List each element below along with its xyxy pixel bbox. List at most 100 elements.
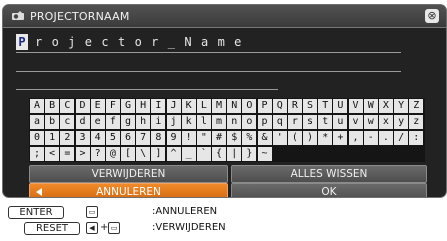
key[interactable]: a <box>30 115 44 129</box>
key[interactable]: % <box>242 131 257 145</box>
key[interactable]: ! <box>181 131 196 145</box>
close-icon[interactable]: ⊗ <box>425 9 439 23</box>
key[interactable]: \ <box>136 147 151 161</box>
key[interactable]: z <box>409 115 424 129</box>
key[interactable]: X <box>378 99 393 113</box>
key[interactable]: G <box>121 99 136 113</box>
key[interactable]: 3 <box>75 131 90 145</box>
key[interactable]: & <box>257 131 272 145</box>
key[interactable]: ^ <box>166 147 181 161</box>
key[interactable]: c <box>60 115 75 129</box>
key[interactable]: m <box>212 115 227 129</box>
key[interactable]: 2 <box>60 131 75 145</box>
key[interactable]: J <box>166 99 181 113</box>
key[interactable]: k <box>181 115 196 129</box>
key[interactable]: H <box>136 99 151 113</box>
key[interactable]: s <box>303 115 318 129</box>
key[interactable]: Z <box>409 99 424 113</box>
key[interactable]: v <box>348 115 363 129</box>
key[interactable]: | <box>227 147 242 161</box>
key[interactable]: { <box>212 147 227 161</box>
key[interactable]: " <box>196 131 211 145</box>
projector-name-input[interactable]: Pr o j e c t o r _ Na m e <box>16 33 401 53</box>
key[interactable]: r <box>287 115 302 129</box>
key[interactable]: 8 <box>151 131 166 145</box>
key[interactable]: o <box>242 115 257 129</box>
delete-button[interactable]: VERWIJDEREN <box>29 165 228 183</box>
key[interactable]: h <box>136 115 151 129</box>
key[interactable]: ' <box>272 131 287 145</box>
key[interactable]: K <box>181 99 196 113</box>
key[interactable]: U <box>333 99 348 113</box>
key[interactable]: i <box>151 115 166 129</box>
key[interactable]: # <box>212 131 227 145</box>
key[interactable]: , <box>348 131 363 145</box>
key[interactable]: * <box>318 131 333 145</box>
key[interactable]: L <box>196 99 211 113</box>
key[interactable]: $ <box>227 131 242 145</box>
key[interactable]: @ <box>105 147 120 161</box>
key[interactable]: u <box>333 115 348 129</box>
key[interactable]: f <box>105 115 120 129</box>
key[interactable]: O <box>242 99 257 113</box>
key[interactable]: ( <box>287 131 302 145</box>
key[interactable]: + <box>333 131 348 145</box>
key[interactable]: A <box>30 99 44 113</box>
key[interactable]: y <box>394 115 409 129</box>
key[interactable]: S <box>303 99 318 113</box>
key[interactable]: ? <box>90 147 105 161</box>
key[interactable]: = <box>60 147 75 161</box>
key[interactable]: ] <box>151 147 166 161</box>
key[interactable]: [ <box>121 147 136 161</box>
key[interactable]: ~ <box>257 147 272 161</box>
key[interactable]: x <box>378 115 393 129</box>
key[interactable]: j <box>166 115 181 129</box>
key[interactable]: P <box>257 99 272 113</box>
key[interactable]: M <box>212 99 227 113</box>
key[interactable]: - <box>363 131 378 145</box>
key[interactable]: 0 <box>30 131 44 145</box>
ok-button[interactable]: OK <box>231 183 427 197</box>
key[interactable]: 9 <box>166 131 181 145</box>
key[interactable]: _ <box>181 147 196 161</box>
key[interactable]: F <box>105 99 120 113</box>
key[interactable]: l <box>196 115 211 129</box>
key[interactable]: e <box>90 115 105 129</box>
key[interactable]: Q <box>272 99 287 113</box>
key[interactable]: ) <box>303 131 318 145</box>
key[interactable]: d <box>75 115 90 129</box>
key[interactable]: Y <box>394 99 409 113</box>
key[interactable]: < <box>45 147 60 161</box>
key[interactable]: T <box>318 99 333 113</box>
clear-all-button[interactable]: ALLES WISSEN <box>231 165 427 183</box>
key[interactable]: . <box>378 131 393 145</box>
key[interactable]: / <box>394 131 409 145</box>
key[interactable]: D <box>75 99 90 113</box>
key[interactable]: g <box>121 115 136 129</box>
key[interactable]: > <box>75 147 90 161</box>
key[interactable]: p <box>257 115 272 129</box>
key[interactable]: E <box>90 99 105 113</box>
key[interactable]: B <box>45 99 60 113</box>
key[interactable]: 6 <box>121 131 136 145</box>
key[interactable]: 7 <box>136 131 151 145</box>
key[interactable]: C <box>60 99 75 113</box>
key[interactable]: 4 <box>90 131 105 145</box>
key[interactable]: q <box>272 115 287 129</box>
key[interactable]: b <box>45 115 60 129</box>
key[interactable]: W <box>363 99 378 113</box>
key[interactable]: ; <box>30 147 44 161</box>
key[interactable]: } <box>242 147 257 161</box>
key[interactable]: n <box>227 115 242 129</box>
key[interactable]: t <box>318 115 333 129</box>
key[interactable]: : <box>409 131 424 145</box>
cancel-button[interactable]: ANNULEREN <box>29 183 228 197</box>
key[interactable]: ` <box>196 147 211 161</box>
key[interactable]: w <box>363 115 378 129</box>
key[interactable]: 1 <box>45 131 60 145</box>
key[interactable]: R <box>287 99 302 113</box>
key[interactable]: 5 <box>105 131 120 145</box>
key[interactable]: N <box>227 99 242 113</box>
key[interactable]: I <box>151 99 166 113</box>
key[interactable]: V <box>348 99 363 113</box>
